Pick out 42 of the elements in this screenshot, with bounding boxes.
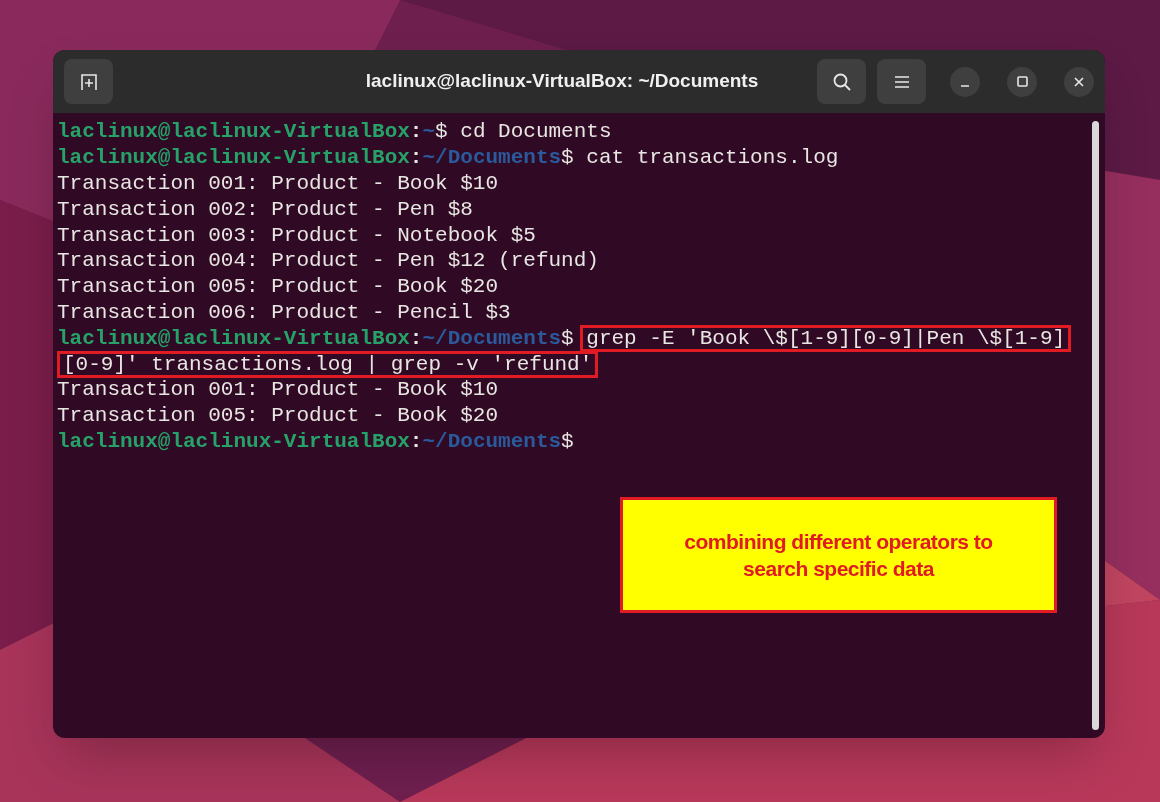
minimize-icon: [960, 84, 970, 87]
prompt-path: ~/Documents: [422, 430, 562, 452]
maximize-icon: [1016, 76, 1028, 87]
close-icon: [1074, 76, 1084, 87]
output-line: Transaction 006: Product - Pencil $3: [57, 301, 511, 323]
prompt-path: ~: [422, 121, 436, 143]
prompt-dollar: $: [561, 430, 574, 452]
prompt-path: ~/Documents: [422, 327, 562, 349]
output-line: Transaction 005: Product - Book $20: [57, 405, 499, 427]
prompt-colon: :: [409, 327, 423, 349]
close-button[interactable]: [1064, 66, 1094, 97]
prompt-path: ~/Documents: [422, 147, 562, 169]
window-title: laclinux@laclinux-VirtualBox: ~/Documents: [365, 69, 759, 94]
output-line: Transaction 005: Product - Book $20: [57, 276, 499, 298]
search-icon: [831, 71, 852, 92]
output-line: Transaction 002: Product - Pen $8: [57, 198, 473, 220]
new-tab-button[interactable]: [64, 59, 113, 104]
command-text: cd Documents: [460, 121, 612, 143]
callout-text: combining different operators to search specific data: [683, 529, 994, 582]
menu-icon: [893, 74, 910, 89]
prompt-user: laclinux@laclinux-VirtualBox: [57, 327, 410, 349]
output-line: Transaction 004: Product - Pen $12 (refund): [57, 250, 599, 272]
maximize-button[interactable]: [1007, 66, 1037, 97]
highlighted-command: grep -E 'Book \$[1-9][0-9]|Pen \$[1-9]: [580, 324, 1072, 352]
prompt-colon: :: [409, 121, 423, 143]
new-tab-icon: [79, 72, 98, 91]
prompt-dollar: $: [561, 327, 574, 349]
highlighted-command: [0-9]' transactions.log | grep -v 'refund': [57, 350, 599, 378]
prompt-user: laclinux@laclinux-VirtualBox: [57, 430, 410, 452]
prompt-colon: :: [409, 147, 423, 169]
command-text: cat transactions.log: [586, 147, 839, 169]
search-button[interactable]: [817, 59, 866, 104]
output-line: Transaction 003: Product - Notebook $5: [57, 224, 536, 246]
output-line: Transaction 001: Product - Book $10: [57, 173, 499, 194]
prompt-user: laclinux@laclinux-VirtualBox: [57, 147, 410, 169]
prompt-dollar: $: [435, 121, 448, 143]
output-line: Transaction 001: Product - Book $10: [57, 379, 499, 401]
scrollbar[interactable]: [1091, 121, 1099, 730]
menu-button[interactable]: [877, 59, 926, 104]
prompt-dollar: $: [561, 147, 574, 169]
prompt-user: laclinux@laclinux-VirtualBox: [57, 121, 410, 143]
prompt-colon: :: [409, 430, 423, 452]
